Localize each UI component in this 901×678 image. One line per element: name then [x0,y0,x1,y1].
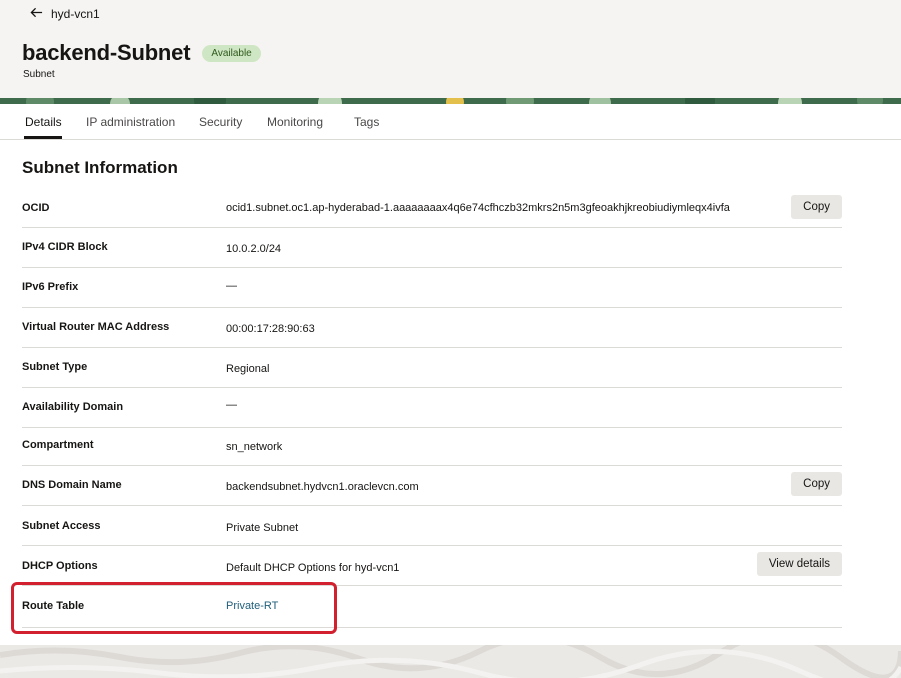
row-value: — [226,280,237,292]
row-label: DNS Domain Name [22,479,122,491]
back-link[interactable]: hyd-vcn1 [30,6,100,22]
info-row-ipv6: IPv6 Prefix — [22,268,842,308]
tab-tags[interactable]: Tags [354,115,379,129]
row-value: Default DHCP Options for hyd-vcn1 [226,562,400,574]
copy-ocid-button[interactable]: Copy [791,195,842,219]
info-row-compartment: Compartment sn_network [22,428,842,466]
row-value: Regional [226,363,270,375]
row-value: 00:00:17:28:90:63 [226,323,315,335]
row-label: Availability Domain [22,401,124,413]
row-value: backendsubnet.hydvcn1.oraclevcn.com [226,481,419,493]
tab-ip-administration[interactable]: IP administration [86,115,175,129]
info-row-ipv4: IPv4 CIDR Block 10.0.2.0/24 [22,228,842,268]
row-label: Compartment [22,439,94,451]
back-link-label: hyd-vcn1 [51,7,100,21]
row-label: Subnet Type [22,361,88,373]
copy-dns-button[interactable]: Copy [791,472,842,496]
page-title: backend-Subnet [22,40,191,65]
row-label: Subnet Access [22,520,101,532]
arrow-left-icon [30,6,43,22]
page-header: hyd-vcn1 backend-Subnet Available Subnet [0,0,901,98]
info-row-subnet-access: Subnet Access Private Subnet [22,506,842,546]
section-title: Subnet Information [22,158,178,177]
info-row-availability-domain: Availability Domain — [22,388,842,428]
row-label: Virtual Router MAC Address [22,321,170,333]
view-dhcp-details-button[interactable]: View details [756,552,842,576]
page-subtitle: Subnet [23,69,55,80]
row-label: OCID [22,202,50,214]
row-value: 10.0.2.0/24 [226,243,282,255]
info-row-mac: Virtual Router MAC Address 00:00:17:28:9… [22,308,842,348]
footer-pattern [0,645,901,678]
tab-details[interactable]: Details [25,115,62,129]
info-row-subnet-type: Subnet Type Regional [22,348,842,388]
row-value: — [226,399,237,411]
row-label: IPv4 CIDR Block [22,241,108,253]
tab-monitoring[interactable]: Monitoring [267,115,323,129]
tab-bar: Details IP administration Security Monit… [0,104,901,140]
title-row: backend-Subnet Available [22,40,261,66]
info-row-dns: DNS Domain Name backendsubnet.hydvcn1.or… [22,466,842,506]
row-value: ocid1.subnet.oc1.ap-hyderabad-1.aaaaaaaa… [226,202,730,214]
row-label: IPv6 Prefix [22,281,79,293]
info-row-dhcp: DHCP Options Default DHCP Options for hy… [22,546,842,586]
info-row-ocid: OCID ocid1.subnet.oc1.ap-hyderabad-1.aaa… [22,188,842,228]
status-badge: Available [202,44,261,62]
tab-security[interactable]: Security [199,115,242,129]
highlight-box [11,582,337,634]
row-label: DHCP Options [22,560,98,572]
row-value: Private Subnet [226,522,299,534]
active-tab-indicator [24,136,62,139]
row-value: sn_network [226,441,283,453]
